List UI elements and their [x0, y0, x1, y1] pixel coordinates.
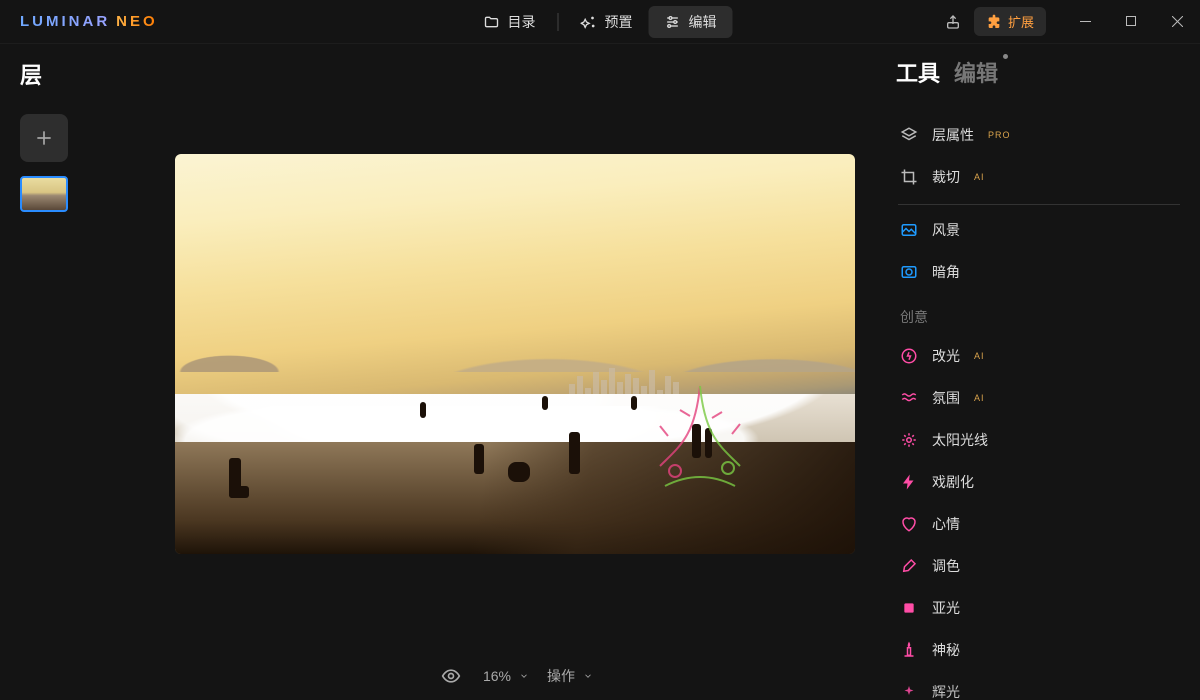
sun-icon — [900, 431, 918, 449]
tool-atmosphere[interactable]: 氛围 AI — [896, 377, 1182, 419]
puzzle-icon — [986, 14, 1002, 30]
crop-icon — [900, 168, 918, 186]
main-area: 层 — [0, 44, 1200, 700]
actions-dropdown[interactable]: 操作 — [547, 666, 593, 686]
layers-panel: 层 — [0, 44, 150, 700]
tool-label: 氛围 — [932, 388, 960, 408]
titlebar-right: 扩展 — [936, 5, 1200, 39]
close-icon — [1172, 16, 1183, 27]
layer-thumbnail[interactable] — [20, 176, 68, 212]
pro-badge: PRO — [988, 130, 1011, 140]
candle-icon — [900, 641, 918, 659]
add-layer-button[interactable] — [20, 114, 68, 162]
tool-label: 层属性 — [932, 125, 974, 145]
tools-list: 层属性 PRO 裁切 AI 风景 暗角 创意 改光 AI — [890, 114, 1182, 700]
tool-separator — [898, 204, 1180, 205]
eye-icon — [441, 666, 461, 686]
tool-label: 调色 — [932, 556, 960, 576]
ai-badge: AI — [974, 351, 985, 361]
square-icon — [900, 599, 918, 617]
image-icon — [900, 221, 918, 239]
tool-relight[interactable]: 改光 AI — [896, 335, 1182, 377]
tool-toning[interactable]: 调色 — [896, 545, 1182, 587]
heart-icon — [900, 515, 918, 533]
layers-icon — [900, 126, 918, 144]
nav-presets-label: 预置 — [605, 12, 633, 32]
top-navigation: 目录 预置 编辑 — [468, 6, 733, 38]
actions-label: 操作 — [547, 666, 575, 686]
minimize-icon — [1080, 16, 1091, 27]
zoom-dropdown[interactable]: 16% — [483, 668, 529, 684]
tool-landscape[interactable]: 风景 — [896, 209, 1182, 251]
share-icon — [945, 14, 961, 30]
share-button[interactable] — [936, 5, 970, 39]
toggle-preview-button[interactable] — [437, 662, 465, 690]
nav-catalog-label: 目录 — [508, 12, 536, 32]
maximize-icon — [1126, 16, 1137, 27]
nav-edit-label: 编辑 — [689, 12, 717, 32]
ai-badge: AI — [974, 393, 985, 403]
tool-label: 神秘 — [932, 640, 960, 660]
tab-tools[interactable]: 工具 — [896, 56, 940, 88]
canvas-area: 16% 操作 — [150, 44, 880, 700]
tool-glow[interactable]: 辉光 — [896, 671, 1182, 700]
zoom-value: 16% — [483, 668, 511, 684]
flash-icon — [900, 347, 918, 365]
title-bar: LUMINAR NEO 目录 预置 编辑 扩展 — [0, 0, 1200, 44]
minimize-button[interactable] — [1062, 5, 1108, 39]
layers-title: 层 — [20, 58, 150, 90]
plus-icon — [34, 128, 54, 148]
brand-word-1: LUMINAR — [20, 13, 110, 30]
brand-word-2: NEO — [116, 13, 158, 30]
tool-mood[interactable]: 心情 — [896, 503, 1182, 545]
vignette-icon — [900, 263, 918, 281]
waves-icon — [900, 389, 918, 407]
ai-badge: AI — [974, 172, 985, 182]
chevron-down-icon — [519, 671, 529, 681]
window-controls — [1062, 5, 1200, 39]
tool-matte[interactable]: 亚光 — [896, 587, 1182, 629]
folder-icon — [484, 14, 500, 30]
sparkle-icon — [581, 14, 597, 30]
extensions-button[interactable]: 扩展 — [974, 7, 1046, 36]
close-button[interactable] — [1154, 5, 1200, 39]
image-canvas[interactable] — [175, 154, 855, 554]
extensions-label: 扩展 — [1008, 12, 1034, 31]
maximize-button[interactable] — [1108, 5, 1154, 39]
right-tabs: 工具 编辑 — [890, 56, 1182, 88]
app-brand: LUMINAR NEO — [20, 13, 158, 30]
nav-presets[interactable]: 预置 — [565, 6, 649, 38]
tool-sunrays[interactable]: 太阳光线 — [896, 419, 1182, 461]
section-creative: 创意 — [896, 293, 1182, 335]
tool-label: 戏剧化 — [932, 472, 974, 492]
right-panel: 工具 编辑 层属性 PRO 裁切 AI 风景 暗角 — [880, 44, 1200, 700]
chevron-down-icon — [583, 671, 593, 681]
tool-label: 太阳光线 — [932, 430, 988, 450]
bolt-icon — [900, 473, 918, 491]
edits-indicator-dot — [1003, 54, 1008, 59]
tool-label: 暗角 — [932, 262, 960, 282]
canvas-footer: 16% 操作 — [437, 662, 593, 690]
nav-separator — [558, 13, 559, 31]
nav-catalog[interactable]: 目录 — [468, 6, 552, 38]
tool-label: 辉光 — [932, 682, 960, 700]
tool-mystical[interactable]: 神秘 — [896, 629, 1182, 671]
tool-label: 风景 — [932, 220, 960, 240]
sparkle-icon — [900, 683, 918, 700]
brush-icon — [900, 557, 918, 575]
tool-label: 心情 — [932, 514, 960, 534]
tool-label: 亚光 — [932, 598, 960, 618]
tool-vignette[interactable]: 暗角 — [896, 251, 1182, 293]
tool-layer-properties[interactable]: 层属性 PRO — [896, 114, 1182, 156]
tab-edits-label: 编辑 — [954, 61, 998, 86]
sliders-icon — [665, 14, 681, 30]
tool-dramatic[interactable]: 戏剧化 — [896, 461, 1182, 503]
tool-crop[interactable]: 裁切 AI — [896, 156, 1182, 198]
tool-label: 改光 — [932, 346, 960, 366]
tab-edits[interactable]: 编辑 — [954, 56, 998, 88]
tool-label: 裁切 — [932, 167, 960, 187]
nav-edit[interactable]: 编辑 — [649, 6, 733, 38]
